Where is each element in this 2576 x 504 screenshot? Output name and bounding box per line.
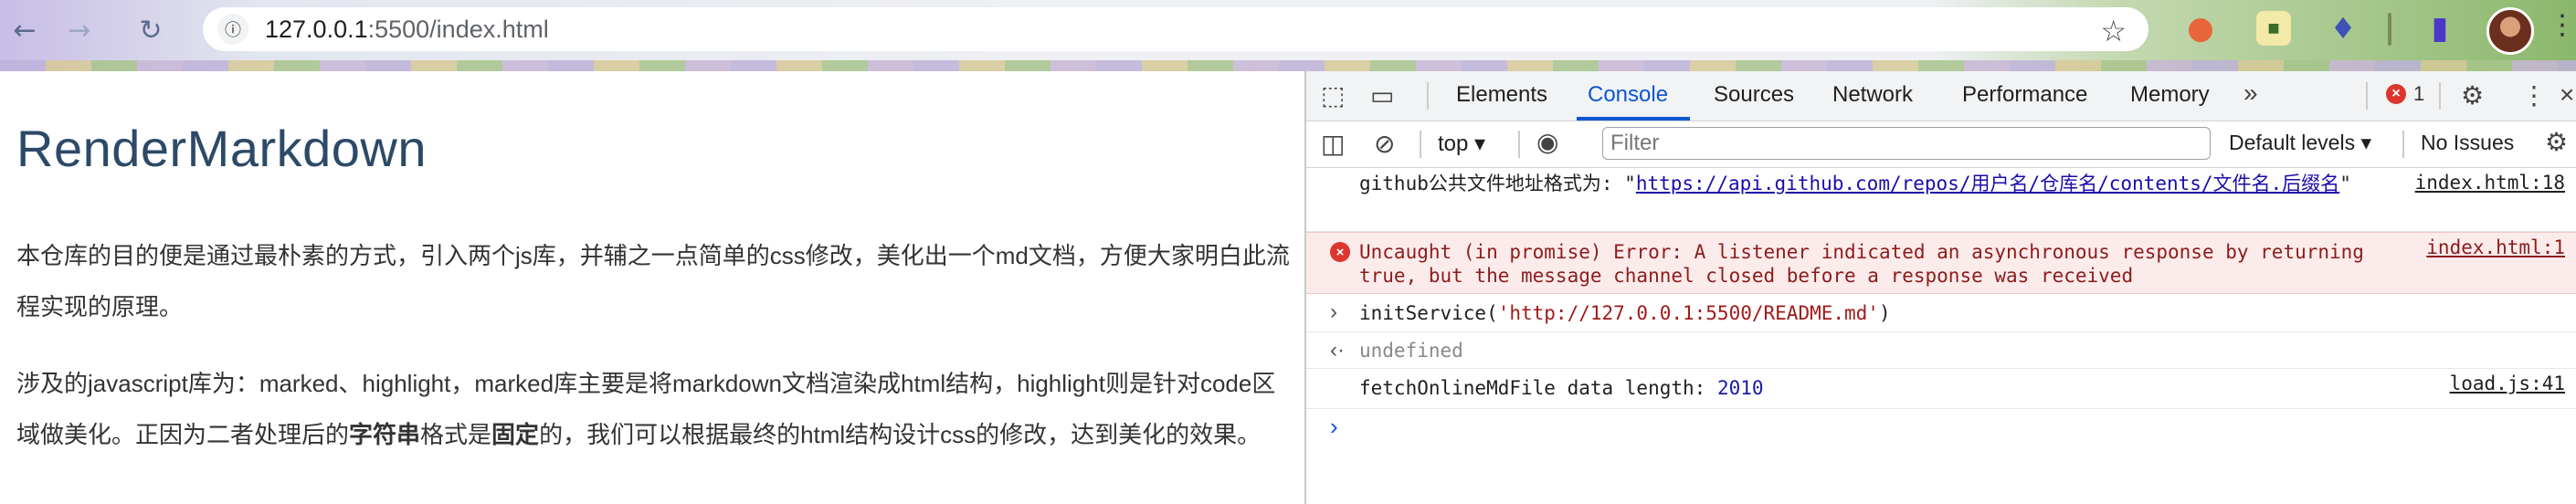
console-error-row: × Uncaught (in promise) Error: A listene… (1306, 232, 2576, 294)
back-arrow-icon[interactable]: ← (5, 11, 44, 49)
console-input-row: › initService('http://127.0.0.1:5500/REA… (1306, 294, 2576, 332)
context-select[interactable]: top ▾ (1438, 131, 1485, 157)
console-prompt[interactable]: › (1330, 413, 1338, 441)
close-icon[interactable]: × (2560, 80, 2574, 110)
console-settings-icon[interactable]: ⚙ (2545, 127, 2568, 157)
tab-memory[interactable]: Memory (2130, 82, 2210, 108)
log-message: github公共文件地址格式为: "https://api.github.com… (1359, 172, 2382, 195)
more-tabs-icon[interactable]: » (2243, 79, 2258, 108)
url-host: 127.0.0.1 (265, 16, 368, 43)
log-message: fetchOnlineMdFile data length: 2010 (1359, 376, 1764, 400)
context-value: top (1438, 131, 1469, 156)
clear-console-icon[interactable]: ⊘ (1374, 129, 1395, 159)
source-link[interactable]: load.js:41 (2450, 373, 2565, 394)
divider (2402, 131, 2404, 158)
error-icon: × (1330, 242, 1350, 262)
puzzle-extensions-icon[interactable]: ♦ (2326, 11, 2360, 46)
result-arrow-icon: ‹· (1330, 338, 1345, 362)
result-value: undefined (1359, 340, 1463, 362)
tab-elements[interactable]: Elements (1456, 82, 1547, 108)
levels-value: Default levels (2229, 131, 2356, 154)
tab-performance[interactable]: Performance (1962, 82, 2087, 108)
string-arg: 'http://127.0.0.1:5500/README.md' (1497, 302, 1879, 324)
sidebar-toggle-icon[interactable]: ◫ (1321, 129, 1345, 159)
browser-toolbar: ← → ↻ ⓘ 127.0.0.1:5500/index.html ☆ ● ■ … (0, 0, 2576, 71)
page-title: RenderMarkdown (16, 120, 427, 177)
bold-text: 字符串 (349, 421, 421, 448)
gear-icon[interactable]: ⚙ (2461, 80, 2484, 110)
intro-paragraph: 本仓库的目的便是通过最朴素的方式，引入两个js库，并辅之一点简单的css修改，美… (16, 242, 1290, 320)
address-bar[interactable]: ⓘ 127.0.0.1:5500/index.html ☆ (203, 7, 2148, 51)
bookmark-star-icon[interactable]: ☆ (2100, 14, 2127, 48)
devtools-tab-bar: ⬚ ▭ Elements Console Sources Network Per… (1306, 71, 2576, 121)
command-text: ) (1878, 302, 1891, 324)
error-count: 1 (2413, 82, 2425, 105)
extension-icon[interactable]: ■ (2256, 11, 2291, 46)
url-path: :5500/index.html (367, 16, 549, 43)
reload-icon[interactable]: ↻ (132, 11, 170, 49)
site-info-icon[interactable]: ⓘ (217, 14, 248, 45)
divider (1518, 131, 1520, 158)
profile-avatar[interactable] (2486, 7, 2534, 55)
divider (1427, 82, 1429, 110)
url-text[interactable]: 127.0.0.1:5500/index.html (265, 16, 549, 44)
quote: " (2339, 173, 2351, 194)
tab-console[interactable]: Console (1588, 82, 1668, 108)
filter-input[interactable] (1602, 127, 2211, 160)
error-icon: × (2386, 84, 2406, 104)
log-levels-select[interactable]: Default levels ▾ (2229, 131, 2371, 155)
log-text: fetchOnlineMdFile data length: (1359, 377, 1717, 399)
device-toolbar-icon[interactable]: ▭ (1370, 80, 1394, 110)
quote: " (1624, 173, 1636, 194)
toolbar-divider (2388, 13, 2391, 46)
console-log-row: github公共文件地址格式为: "https://api.github.com… (1306, 168, 2576, 232)
source-link[interactable]: index.html:1 (2426, 236, 2565, 258)
divider (2366, 82, 2368, 110)
error-count-badge[interactable]: × 1 (2386, 82, 2424, 106)
input-command: initService('http://127.0.0.1:5500/READM… (1359, 301, 1891, 325)
tab-sources[interactable]: Sources (1714, 82, 1794, 108)
eye-icon[interactable]: ◉ (1536, 127, 1558, 157)
libraries-paragraph: 涉及的javascript库为：marked、highlight，marked库… (16, 358, 1291, 460)
error-message: Uncaught (in promise) Error: A listener … (1359, 241, 2364, 287)
bold-text: 固定 (491, 421, 540, 448)
active-tab-indicator (1577, 117, 1690, 121)
devtools-panel: ⬚ ▭ Elements Console Sources Network Per… (1304, 71, 2576, 504)
paragraph-text: 格式是 (420, 421, 492, 448)
log-link[interactable]: https://api.github.com/repos/用户名/仓库名/con… (1636, 173, 2339, 194)
log-number: 2010 (1716, 377, 1764, 399)
side-panel-icon[interactable]: ▮ (2423, 10, 2457, 47)
page-content: RenderMarkdown 本仓库的目的便是通过最朴素的方式，引入两个js库，… (0, 71, 1304, 504)
divider (1420, 131, 1421, 158)
paragraph-text: 的，我们可以根据最终的html结构设计css的修改，达到美化的效果。 (539, 421, 1262, 448)
command-text: initService( (1359, 302, 1498, 324)
console-result-row: ‹· undefined (1306, 332, 2576, 369)
source-link[interactable]: index.html:18 (2415, 172, 2565, 194)
divider (2439, 82, 2441, 110)
console-toolbar: ◫ ⊘ top ▾ ◉ Default levels ▾ No Issues ⚙ (1306, 121, 2576, 168)
extension-icon[interactable]: ● (2183, 10, 2218, 47)
more-options-icon[interactable]: ⋮ (2521, 80, 2547, 110)
tab-network[interactable]: Network (1832, 82, 1913, 108)
forward-arrow-icon[interactable]: → (60, 11, 99, 49)
theme-stripe (0, 60, 2576, 71)
browser-menu-icon[interactable]: ⋮ (2549, 9, 2576, 41)
inspect-element-icon[interactable]: ⬚ (1321, 80, 1345, 110)
issues-button[interactable]: No Issues (2421, 131, 2514, 155)
console-log-row: fetchOnlineMdFile data length: 2010 load… (1306, 369, 2576, 409)
chevron-right-icon: › (1330, 299, 1337, 324)
log-text: github公共文件地址格式为: (1359, 173, 1625, 194)
